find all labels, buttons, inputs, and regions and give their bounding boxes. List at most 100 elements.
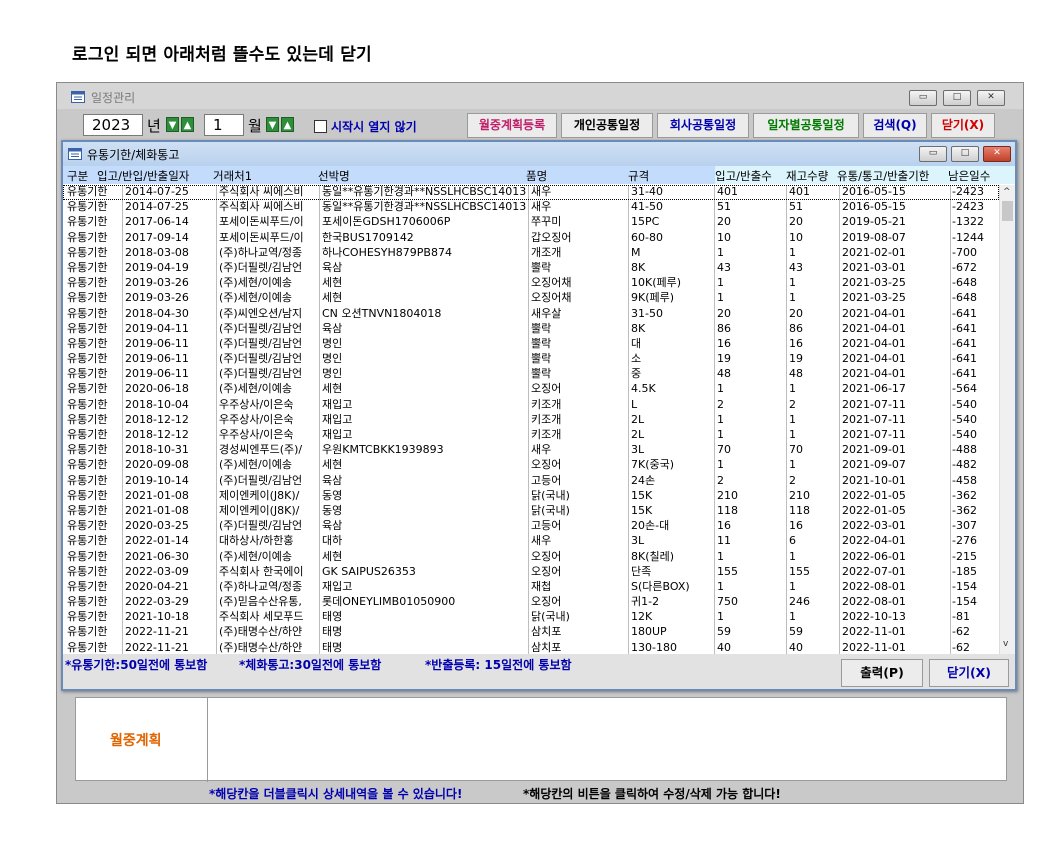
table-row[interactable]: 유통기한 2018-10-31 경성씨엔푸드(주)/ 우원KMTCBKK1939893… (63, 443, 999, 458)
cell-vessel: 재입고 (322, 412, 353, 426)
minimize-button[interactable]: ▭ (909, 90, 937, 106)
cell-client: (주)하나교역/정종 (219, 579, 303, 593)
cell-spec: 10K(페루) (631, 276, 682, 290)
personal-schedule-button[interactable]: 개인공통일정 (561, 113, 653, 138)
table-row[interactable]: 유통기한 2018-04-30 (주)씨엔오션/남지 CN 오션TNVN1804018… (63, 307, 999, 322)
table-row[interactable]: 유통기한 2019-06-11 (주)더필렛/김남언 명인 뿔락 소 19 19 2021-04… (63, 352, 999, 367)
print-button[interactable]: 출력(P) (841, 659, 923, 687)
cell-spec: 4.5K (631, 382, 656, 396)
grid-scrollbar[interactable]: ^ v (999, 185, 1015, 654)
table-row[interactable]: 유통기한 2022-03-29 (주)믿음수산유통, 롯데ONEYLIMB010509… (63, 595, 999, 610)
cell-client: (주)세현/이예송 (219, 276, 293, 290)
cell-stock-qty: 16 (789, 336, 803, 350)
monthly-plan-label: 월중계획 (110, 733, 162, 749)
scroll-up-icon[interactable]: ^ (1003, 187, 1011, 197)
scroll-thumb[interactable] (1002, 201, 1013, 221)
col-header-type[interactable]: 구분 (67, 168, 88, 184)
table-row[interactable]: 유통기한 2019-06-11 (주)더필렛/김남언 명인 뿔락 중 48 48 2021-04… (63, 367, 999, 382)
table-row[interactable]: 유통기한 2018-12-12 우주상사/이은숙 재입고 키조개 2L 1 1 2021-07-… (63, 413, 999, 428)
schedule-close-button[interactable]: 닫기(X) (931, 113, 995, 138)
col-header-days-left[interactable]: 남은일수 (948, 168, 990, 184)
cell-spec: 소 (631, 352, 642, 366)
table-row[interactable]: 유통기한 2021-06-30 (주)세현/이예송 세현 오징어 8K(칠레) 1 1 2022… (63, 550, 999, 565)
maximize-button[interactable]: □ (951, 146, 979, 162)
cell-vessel: 재입고 (322, 397, 353, 411)
cell-days-left: -700 (952, 245, 977, 259)
table-row[interactable]: 유통기한 2020-03-25 (주)더필렛/김남언 육삼 고등어 20손-대 16 16 20… (63, 519, 999, 534)
startup-checkbox[interactable] (314, 120, 327, 133)
col-header-vessel[interactable]: 선박명 (318, 168, 350, 184)
expiry-window-titlebar[interactable]: 유통기한/체화통고 ▭ □ ✕ (63, 142, 1015, 166)
table-row[interactable]: 유통기한 2019-04-19 (주)더필렛/김남언 육삼 뿔락 8K 43 43 2021-0… (63, 261, 999, 276)
cell-days-left: -1322 (952, 215, 984, 229)
year-field[interactable]: 2023 (83, 114, 143, 136)
month-down-icon[interactable]: ▼ (266, 117, 279, 132)
table-row[interactable]: 유통기한 2022-03-09 주식회사 한국에이 GK SAIPUS26353 오징어… (63, 565, 999, 580)
table-row[interactable]: 유통기한 2018-12-12 우주상사/이은숙 재입고 키조개 2L 1 1 2021-07-… (63, 428, 999, 443)
table-row[interactable]: 유통기한 2019-03-26 (주)세현/이예송 세현 오징어채 10K(페루) 1 1 20… (63, 276, 999, 291)
table-row[interactable]: 유통기한 2019-10-14 (주)더필렛/김남언 육삼 고등어 24손 2 2 2021-1… (63, 474, 999, 489)
col-header-spec[interactable]: 규격 (628, 168, 649, 184)
minimize-button[interactable]: ▭ (919, 146, 947, 162)
cell-stock-qty: 1 (789, 382, 796, 396)
cell-in-out-qty: 16 (717, 519, 731, 533)
schedule-window-titlebar[interactable]: 일정관리 ▭ □ ✕ (57, 83, 1023, 109)
cell-date: 2018-04-30 (125, 306, 189, 320)
cell-client: (주)태명수산/하얀 (219, 640, 303, 654)
table-row[interactable]: 유통기한 2017-06-14 포세이돈씨푸드/이 포세이돈GDSH1706006P 쭈… (63, 215, 999, 230)
table-row[interactable]: 유통기한 2019-06-11 (주)더필렛/김남언 명인 뿔락 대 16 16 2021-04… (63, 337, 999, 352)
cell-type: 유통기한 (67, 595, 108, 609)
table-row[interactable]: 유통기한 2021-01-08 제이엔케이(J8K)/ 동영 닭(국내) 15K 210 21… (63, 489, 999, 504)
col-header-date[interactable]: 입고/반입/반출일자 (97, 168, 189, 184)
table-row[interactable]: 유통기한 2020-06-18 (주)세현/이예송 세현 오징어 4.5K 1 1 2021-0… (63, 382, 999, 397)
table-row[interactable]: 유통기한 2020-04-21 (주)하나교역/정종 재입고 재첩 S(다른BOX) 1 1 2… (63, 580, 999, 595)
expiry-close-button[interactable]: 닫기(X) (929, 659, 1009, 687)
col-header-item[interactable]: 품명 (526, 168, 547, 184)
close-window-button[interactable]: ✕ (983, 146, 1011, 162)
year-up-icon[interactable]: ▲ (181, 117, 194, 132)
col-header-deadline[interactable]: 유통/통고/반출기한 (837, 168, 929, 184)
scroll-down-icon[interactable]: v (1003, 639, 1008, 649)
month-field[interactable]: 1 (204, 114, 244, 136)
table-row[interactable]: 유통기한 2022-11-21 (주)태명수산/하얀 태명 삼치포 130-180 40 40… (63, 641, 999, 654)
table-row[interactable]: 유통기한 2022-11-21 (주)태명수산/하얀 태명 삼치포 180UP 59 59 20… (63, 625, 999, 640)
table-row[interactable]: 유통기한 2017-09-14 포세이돈씨푸드/이 한국BUS1709142 갑오징어 6… (63, 231, 999, 246)
table-row[interactable]: 유통기한 2022-01-14 대하상사/하한홍 대하 새우 3L 11 6 2022-04-0… (63, 534, 999, 549)
daily-schedule-button[interactable]: 일자별공통일정 (753, 113, 859, 138)
table-row[interactable]: 유통기한 2021-10-18 주식회사 세모푸드 태영 닭(국내) 12K 1 1 2022-… (63, 610, 999, 625)
window-icon (68, 148, 82, 160)
table-row[interactable]: 유통기한 2021-01-08 제이엔케이(J8K)/ 동영 닭(국내) 15K 118 11… (63, 504, 999, 519)
maximize-button[interactable]: □ (943, 90, 971, 106)
col-header-stock-qty[interactable]: 재고수량 (786, 168, 828, 184)
cell-days-left: -458 (952, 473, 977, 487)
cell-date: 2020-09-08 (125, 458, 189, 472)
cell-type: 유통기한 (67, 640, 108, 654)
table-row[interactable]: 유통기한 2014-07-25 주식회사 씨에스비 동일**유통기한경과**NSSLH… (63, 185, 999, 201)
close-window-button[interactable]: ✕ (977, 90, 1005, 106)
cell-deadline: 2021-07-11 (842, 397, 906, 411)
table-row[interactable]: 유통기한 2018-03-08 (주)하나교역/정종 하나COHESYH879PB87… (63, 246, 999, 261)
monthly-plan-register-button[interactable]: 월중계획등록 (467, 113, 557, 138)
cell-stock-qty: 1 (789, 610, 796, 624)
cell-stock-qty: 1 (789, 458, 796, 472)
table-row[interactable]: 유통기한 2019-03-26 (주)세현/이예송 세현 오징어채 9K(페루) 1 1 202… (63, 291, 999, 306)
cell-client: (주)씨엔오션/남지 (219, 306, 303, 320)
company-schedule-button[interactable]: 회사공통일정 (657, 113, 749, 138)
cell-type: 유통기한 (67, 625, 108, 639)
month-up-icon[interactable]: ▲ (281, 117, 294, 132)
cell-stock-qty: 70 (789, 443, 803, 457)
startup-checkbox-label[interactable]: 시작시 열지 않기 (331, 118, 417, 135)
table-row[interactable]: 유통기한 2014-07-25 주식회사 씨에스비 동일**유통기한경과**NSSLH… (63, 200, 999, 215)
cell-stock-qty: 2 (789, 397, 796, 411)
table-row[interactable]: 유통기한 2018-10-04 우주상사/이은숙 재입고 키조개 L 2 2 2021-07-1… (63, 398, 999, 413)
table-row[interactable]: 유통기한 2020-09-08 (주)세현/이예송 세현 오징어 7K(중국) 1 1 2021… (63, 458, 999, 473)
cell-days-left: -641 (952, 336, 977, 350)
cell-item: 닭(국내) (531, 503, 570, 517)
col-header-client[interactable]: 거래처1 (213, 168, 252, 184)
col-header-in-out-qty[interactable]: 입고/반출수 (715, 168, 772, 184)
table-row[interactable]: 유통기한 2019-04-11 (주)더필렛/김남언 육삼 뿔락 8K 86 86 2021-0… (63, 322, 999, 337)
year-down-icon[interactable]: ▼ (166, 117, 179, 132)
monthly-plan-row[interactable]: 월중계획 (75, 697, 1007, 782)
search-button[interactable]: 검색(Q) (863, 113, 927, 138)
cell-type: 유통기한 (67, 185, 108, 198)
